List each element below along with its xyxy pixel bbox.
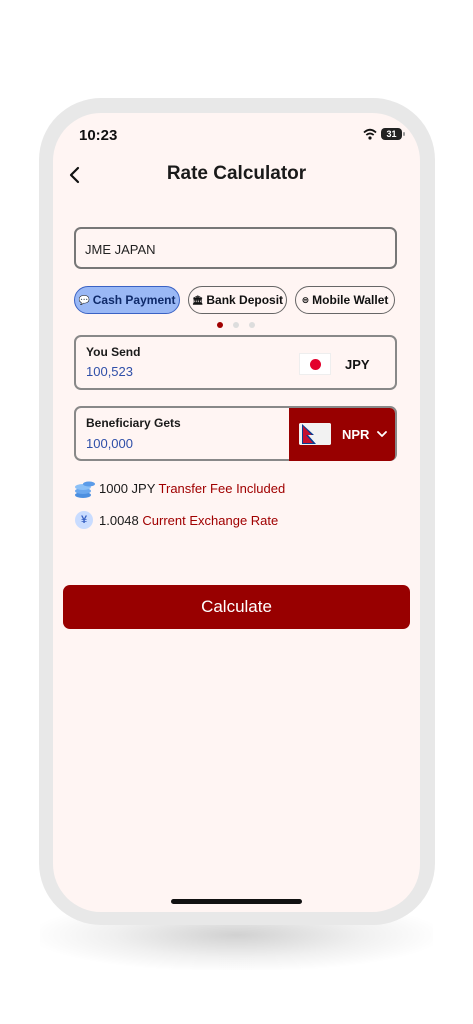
exchange-rate-desc: Current Exchange Rate (142, 513, 279, 528)
calculate-button[interactable]: Calculate (63, 585, 410, 629)
agent-select-field[interactable]: JME JAPAN (74, 227, 397, 269)
wallet-icon: ⊜ (301, 294, 310, 305)
transfer-fee-value: 1000 JPY (99, 481, 156, 496)
chip-label: Mobile Wallet (312, 293, 389, 307)
receive-currency: NPR (342, 427, 370, 442)
app-screen: 10:23 31 Rate Calculator JME JAPAN 💬 Cas… (53, 113, 420, 912)
transfer-fee-line: 1000 JPY Transfer Fee Included (99, 481, 285, 496)
send-currency: JPY (345, 357, 370, 372)
battery-icon: 31 (381, 128, 402, 140)
chip-mobile-wallet[interactable]: ⊜ Mobile Wallet (295, 286, 395, 314)
coins-icon (75, 481, 95, 498)
chevron-down-icon (377, 431, 387, 437)
cash-icon: 💬 (78, 294, 90, 305)
send-amount-input[interactable]: 100,523 (86, 364, 133, 379)
receive-amount-box: Beneficiary Gets 100,000 NPR (74, 406, 397, 461)
wifi-icon (363, 128, 377, 140)
send-amount-box: You Send 100,523 JPY (74, 335, 397, 390)
japan-flag-icon (299, 353, 331, 375)
exchange-rate-line: 1.0048 Current Exchange Rate (99, 513, 278, 528)
chip-label: Bank Deposit (206, 293, 284, 307)
battery-tip (403, 132, 405, 136)
page-title: Rate Calculator (166, 163, 307, 184)
status-time: 10:23 (79, 127, 118, 144)
chip-label: Cash Payment (92, 293, 176, 307)
home-indicator (171, 899, 302, 904)
transfer-fee-desc: Transfer Fee Included (158, 481, 286, 496)
bank-icon: 🏛 (191, 294, 204, 305)
pager-dot-2 (233, 322, 239, 328)
send-label: You Send (86, 345, 141, 359)
pager-dot-3 (249, 322, 255, 328)
receive-currency-dropdown[interactable]: NPR (289, 408, 395, 461)
receive-amount-input[interactable]: 100,000 (86, 436, 133, 451)
yen-icon: ¥ (75, 511, 93, 529)
nepal-flag-icon (299, 423, 331, 445)
pager-dot-1 (217, 322, 223, 328)
chip-cash-payment[interactable]: 💬 Cash Payment (74, 286, 180, 314)
chip-bank-deposit[interactable]: 🏛 Bank Deposit (188, 286, 287, 314)
exchange-rate-value: 1.0048 (99, 513, 139, 528)
receive-label: Beneficiary Gets (86, 416, 181, 430)
